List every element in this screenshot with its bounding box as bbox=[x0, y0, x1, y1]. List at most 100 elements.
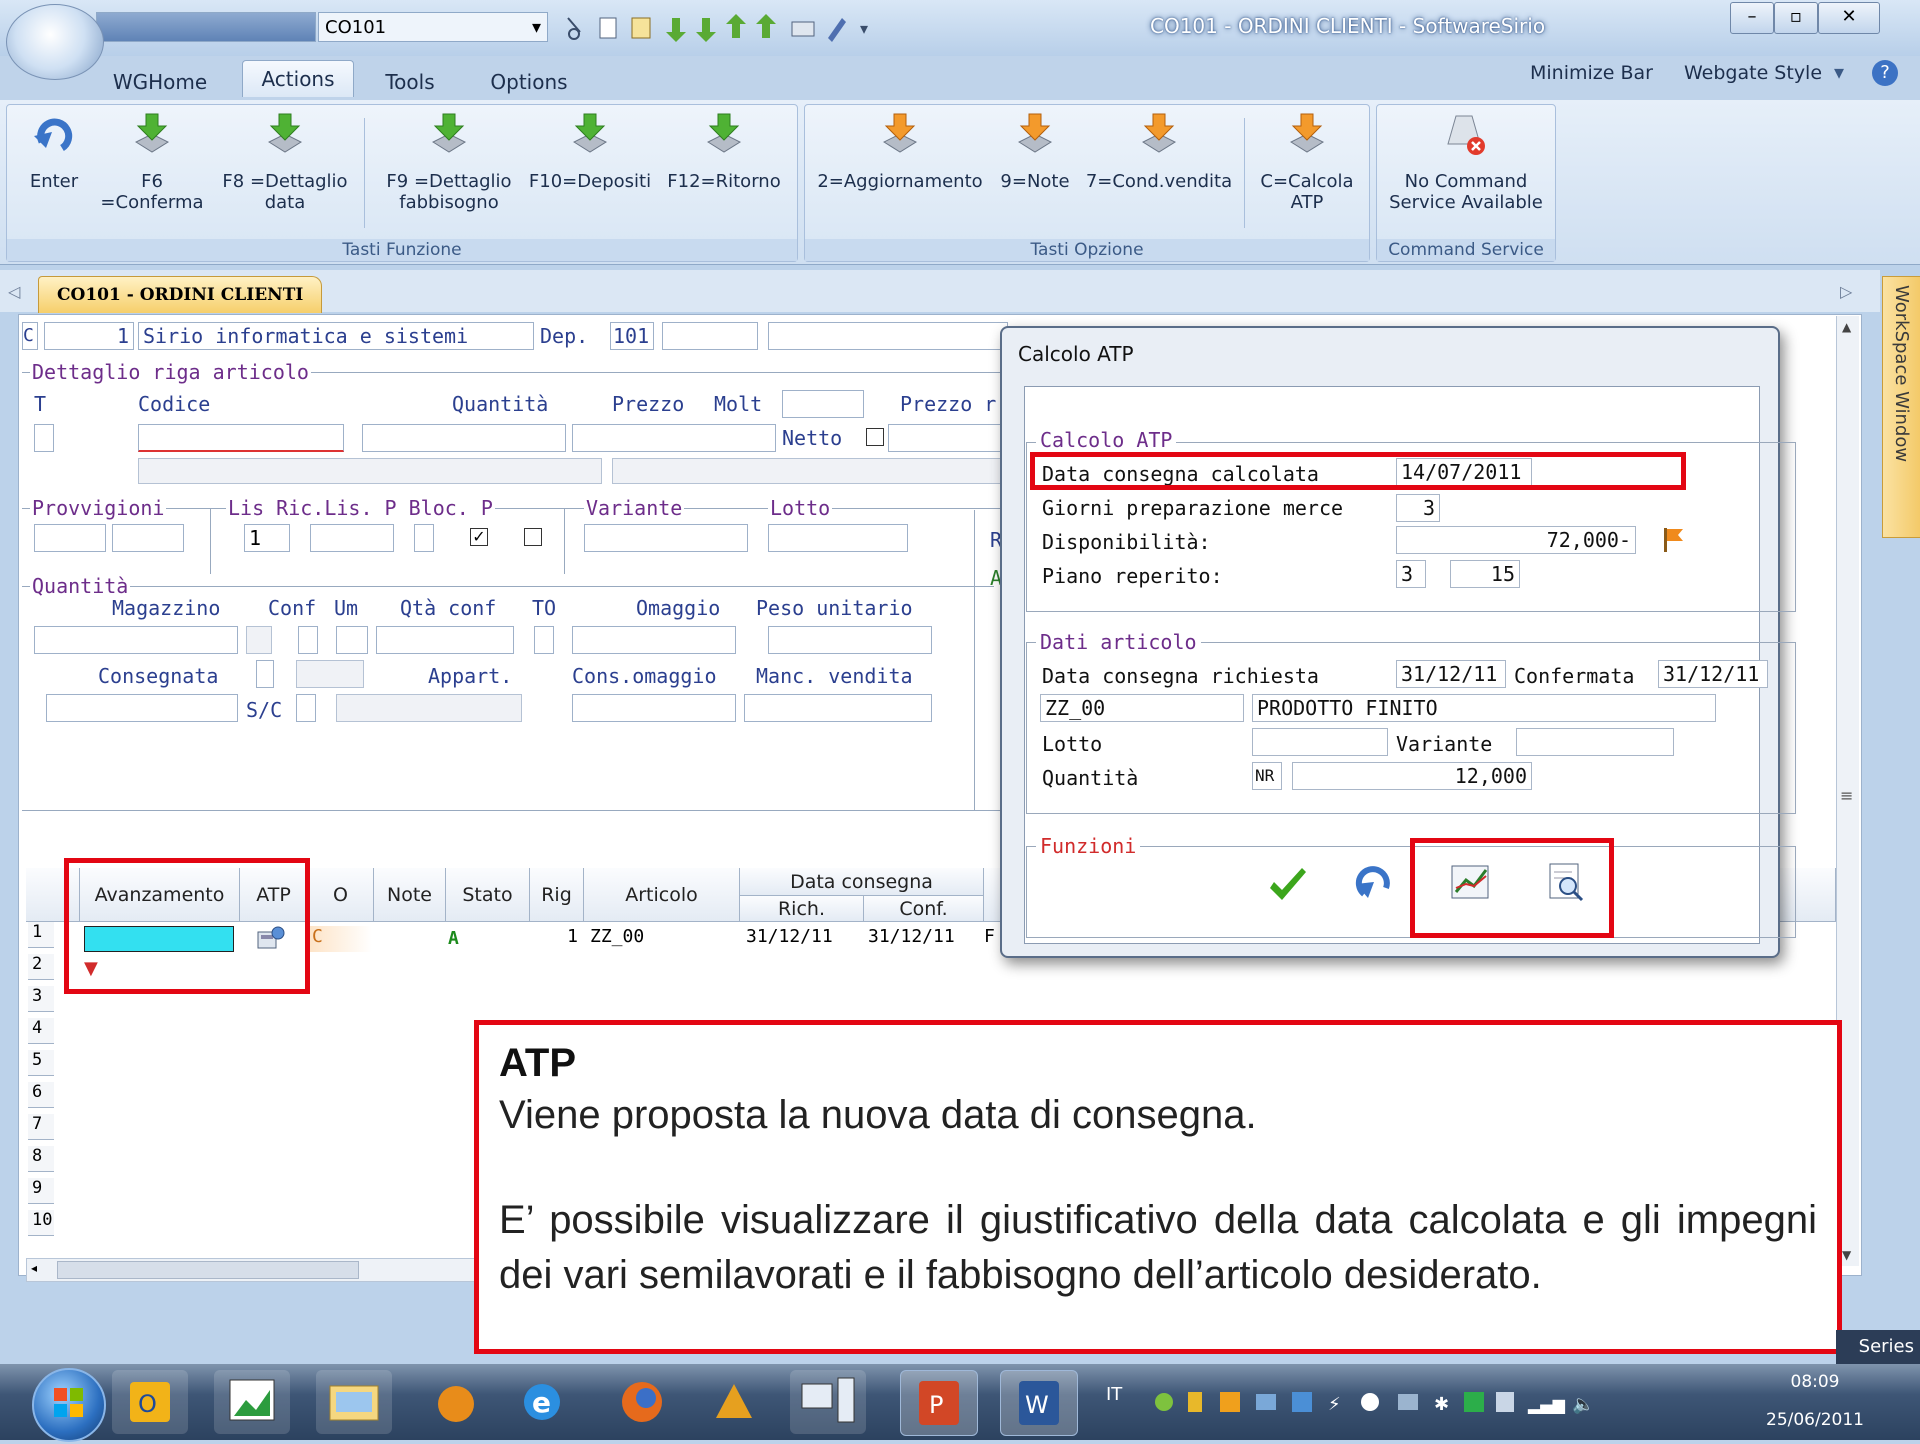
language-indicator[interactable]: IT bbox=[1106, 1384, 1122, 1405]
program-combo[interactable]: CO101 ▾ bbox=[318, 12, 548, 42]
taskbar-word-icon[interactable]: W bbox=[1000, 1370, 1078, 1436]
note-button[interactable]: 9=Note bbox=[990, 112, 1080, 192]
col-note[interactable]: Note bbox=[374, 868, 446, 922]
cond-vendita-button[interactable]: 7=Cond.vendita bbox=[1076, 112, 1242, 192]
taskbar-paint-icon[interactable] bbox=[214, 1370, 290, 1434]
clock-date[interactable]: 25/06/2011 bbox=[1760, 1410, 1870, 1430]
dep-description-field[interactable] bbox=[662, 322, 758, 350]
f8-dettaglio-data-button[interactable]: F8 =Dettaglio data bbox=[212, 112, 358, 213]
tab-options[interactable]: Options bbox=[474, 64, 584, 100]
col-rich[interactable]: Rich. bbox=[740, 896, 864, 922]
to-field[interactable] bbox=[534, 626, 554, 654]
aggiornamento-button[interactable]: 2=Aggiornamento bbox=[810, 112, 990, 192]
articolo-code-field[interactable]: ZZ_00 bbox=[1040, 694, 1244, 722]
row1-tail-cell[interactable]: F bbox=[984, 926, 995, 947]
company-name-field[interactable]: Sirio informatica e sistemi bbox=[138, 322, 534, 350]
lis-field[interactable]: 1 bbox=[244, 524, 290, 552]
col-conf[interactable]: Conf. bbox=[864, 896, 984, 922]
omaggio-field[interactable] bbox=[572, 626, 736, 654]
molt-field[interactable] bbox=[782, 390, 864, 418]
f10-depositi-button[interactable]: F10=Depositi bbox=[524, 112, 656, 192]
conf-field[interactable] bbox=[246, 626, 272, 654]
consegnata-field[interactable] bbox=[46, 694, 238, 722]
taskbar-explorer-icon[interactable] bbox=[316, 1370, 392, 1434]
conf-cell[interactable]: 31/12/11 bbox=[868, 926, 955, 947]
confermata-field[interactable]: 31/12/11 bbox=[1658, 660, 1768, 688]
col-articolo[interactable]: Articolo bbox=[584, 868, 740, 922]
qta-conf-field[interactable] bbox=[376, 626, 514, 654]
tab-tools[interactable]: Tools bbox=[370, 64, 450, 100]
scroll-left-icon[interactable]: ◂ bbox=[31, 1261, 37, 1275]
close-button[interactable]: ✕ bbox=[1818, 2, 1880, 34]
provvigioni-field-1[interactable] bbox=[34, 524, 106, 552]
manc-vendita-field[interactable] bbox=[744, 694, 932, 722]
c-field[interactable]: C bbox=[22, 322, 38, 350]
quantita-field[interactable] bbox=[362, 424, 566, 452]
scroll-down-icon[interactable]: ▼ bbox=[1842, 1248, 1851, 1262]
row-number[interactable]: 6 bbox=[28, 1082, 54, 1108]
quantita-dialog-field[interactable]: 12,000 bbox=[1292, 762, 1532, 790]
row-number[interactable]: 5 bbox=[28, 1050, 54, 1076]
um-field[interactable] bbox=[336, 626, 368, 654]
conf-small-field[interactable] bbox=[298, 626, 318, 654]
taskbar-firefox-icon[interactable] bbox=[604, 1370, 680, 1434]
maximize-button[interactable]: ▫ bbox=[1774, 2, 1818, 34]
o-cell[interactable]: C bbox=[308, 926, 372, 952]
row-number[interactable]: 3 bbox=[28, 986, 54, 1012]
no-command-service-button[interactable]: No Command Service Available bbox=[1380, 112, 1552, 213]
lotto-dialog-field[interactable] bbox=[1252, 728, 1388, 756]
articolo-cell[interactable]: ZZ_00 bbox=[590, 926, 644, 947]
col-rig[interactable]: Rig bbox=[530, 868, 584, 922]
articolo-description-field[interactable]: PRODOTTO FINITO bbox=[1252, 694, 1716, 722]
header-extra-field[interactable] bbox=[768, 322, 1008, 350]
start-button[interactable] bbox=[32, 1368, 106, 1442]
tab-co101-ordini-clienti[interactable]: CO101 - ORDINI CLIENTI bbox=[38, 276, 323, 313]
help-icon[interactable]: ? bbox=[1872, 60, 1898, 86]
undo-icon[interactable] bbox=[1354, 864, 1398, 908]
grid-horizontal-scrollbar[interactable]: ◂ bbox=[26, 1258, 480, 1282]
disponibilita-field[interactable]: 72,000- bbox=[1396, 526, 1636, 554]
minimize-button[interactable]: – bbox=[1730, 2, 1774, 34]
row-number[interactable]: 7 bbox=[28, 1114, 54, 1140]
minimize-bar-link[interactable]: Minimize Bar bbox=[1530, 62, 1653, 84]
webgate-style-link[interactable]: Webgate Style bbox=[1684, 62, 1822, 84]
rig-cell[interactable]: 1 bbox=[530, 926, 578, 947]
scroll-thumb[interactable] bbox=[57, 1261, 359, 1279]
variante-field[interactable] bbox=[584, 524, 748, 552]
scroll-left-icon[interactable]: ◁ bbox=[8, 282, 20, 301]
p-field[interactable] bbox=[414, 524, 434, 552]
appart-field[interactable] bbox=[336, 694, 522, 722]
flag-icon[interactable] bbox=[1660, 526, 1686, 558]
piano-reperito-field-b[interactable]: 15 bbox=[1450, 560, 1520, 588]
dep-field[interactable]: 101 bbox=[610, 322, 654, 350]
tab-actions[interactable]: Actions bbox=[242, 60, 354, 97]
taskbar-remote-icon[interactable] bbox=[790, 1370, 866, 1434]
row-number[interactable]: 4 bbox=[28, 1018, 54, 1044]
scroll-right-icon[interactable]: ▷ bbox=[1840, 282, 1852, 301]
taskbar-outlook-icon[interactable]: O bbox=[112, 1370, 188, 1434]
tab-wghome[interactable]: WGHome bbox=[102, 64, 218, 100]
chevron-down-icon[interactable]: ▾ bbox=[1834, 60, 1844, 84]
stato-cell[interactable]: A bbox=[448, 928, 459, 949]
row-number[interactable]: 9 bbox=[28, 1178, 54, 1204]
lotto-field[interactable] bbox=[768, 524, 908, 552]
piano-reperito-field-a[interactable]: 3 bbox=[1396, 560, 1426, 588]
f12-ritorno-button[interactable]: F12=Ritorno bbox=[658, 112, 790, 192]
row-number[interactable]: 10 bbox=[28, 1210, 54, 1236]
row-number[interactable]: 8 bbox=[28, 1146, 54, 1172]
bloc-checkbox[interactable]: ✓ bbox=[470, 528, 488, 546]
col-o[interactable]: O bbox=[308, 868, 374, 922]
f9-dettaglio-fabbisogno-button[interactable]: F9 =Dettaglio fabbisogno bbox=[374, 112, 524, 213]
enter-button[interactable]: Enter bbox=[16, 112, 92, 192]
taskbar-powerpoint-icon[interactable]: P bbox=[900, 1370, 978, 1436]
consegnata-extra-field[interactable] bbox=[296, 660, 364, 688]
confirm-check-icon[interactable] bbox=[1266, 866, 1310, 910]
um-dialog-field[interactable]: NR bbox=[1252, 762, 1282, 790]
cons-omaggio-field[interactable] bbox=[572, 694, 736, 722]
giorni-preparazione-field[interactable]: 3 bbox=[1396, 494, 1440, 522]
workspace-window-side-tab[interactable]: WorkSpace Window bbox=[1882, 276, 1920, 538]
consegnata-flag-field[interactable] bbox=[256, 660, 274, 688]
prezzo-field[interactable] bbox=[572, 424, 776, 452]
f6-conferma-button[interactable]: F6 =Conferma bbox=[96, 112, 208, 213]
application-orb-button[interactable] bbox=[6, 4, 104, 80]
